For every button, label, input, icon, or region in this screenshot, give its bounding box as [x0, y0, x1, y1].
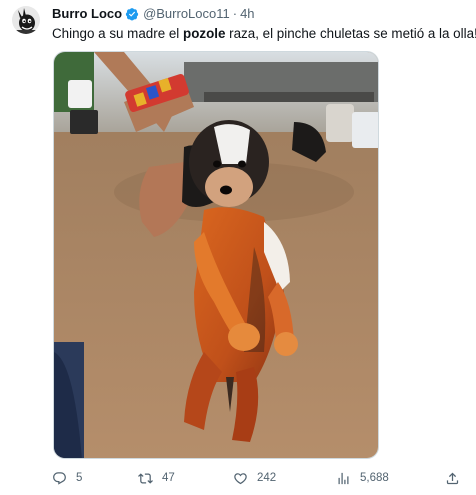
separator-dot: ·: [232, 6, 238, 21]
retweet-icon: [138, 472, 153, 484]
avatar[interactable]: [12, 6, 40, 34]
tweet-text-bold: pozole: [183, 26, 226, 41]
reply-count: 5: [76, 472, 83, 484]
retweet-count: 47: [162, 472, 175, 484]
burro-loco-avatar-icon: [12, 6, 40, 34]
heart-icon: [234, 472, 247, 484]
like-count: 242: [257, 472, 277, 484]
tweet-text-after: raza, el pinche chuletas se metió a la o…: [225, 26, 476, 41]
share-button[interactable]: [445, 468, 460, 488]
photo-of-puppy-icon: [54, 52, 378, 458]
share-icon: [446, 472, 459, 484]
tweet-media-image[interactable]: [53, 51, 379, 459]
like-button[interactable]: 242: [233, 468, 276, 488]
tweet-header: Burro Loco @BurroLoco11 · 4h: [52, 6, 255, 22]
verified-badge-icon: [125, 7, 139, 21]
tweet: Burro Loco @BurroLoco11 · 4h Chingo a su…: [0, 0, 476, 495]
tweet-text: Chingo a su madre el pozole raza, el pin…: [52, 25, 476, 42]
handle[interactable]: @BurroLoco11: [143, 6, 230, 22]
display-name[interactable]: Burro Loco: [52, 6, 122, 22]
views-icon: [338, 472, 349, 484]
tweet-actions: 5 47 242 5,688: [52, 468, 464, 488]
view-count: 5,688: [360, 472, 389, 484]
reply-button[interactable]: 5: [52, 468, 82, 488]
retweet-button[interactable]: 47: [138, 468, 175, 488]
views-button[interactable]: 5,688: [336, 468, 389, 488]
reply-icon: [53, 471, 66, 485]
timestamp[interactable]: 4h: [240, 6, 254, 22]
tweet-text-before: Chingo a su madre el: [52, 26, 184, 41]
